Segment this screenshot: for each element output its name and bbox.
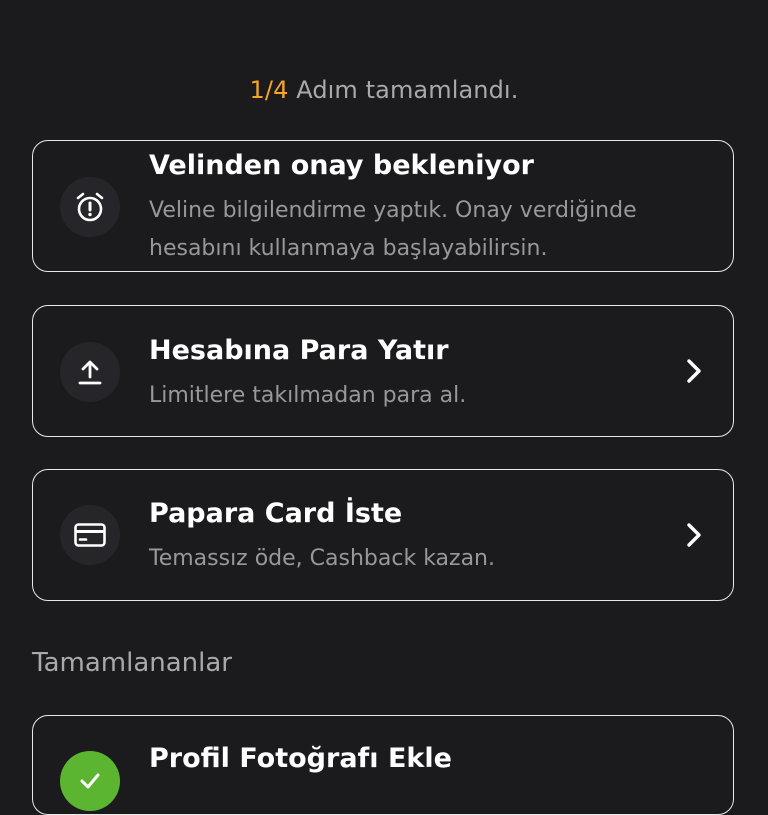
step-card-deposit[interactable]: Hesabına Para Yatır Limitlere takılmadan… [32, 305, 734, 437]
chevron-right-icon [681, 355, 707, 387]
step-title: Velinden onay bekleniyor [149, 150, 534, 181]
progress-count: 1/4 [249, 76, 289, 104]
completed-title: Profil Fotoğrafı Ekle [149, 743, 452, 774]
step-title: Papara Card İste [149, 498, 403, 529]
credit-card-icon [60, 505, 120, 565]
step-title: Hesabına Para Yatır [149, 335, 449, 366]
alarm-clock-alert-icon [60, 177, 120, 237]
step-description: Limitlere takılmadan para al. [149, 383, 467, 408]
check-icon [60, 751, 120, 811]
completed-section-label: Tamamlananlar [32, 648, 232, 678]
completed-card-profile-photo: Profil Fotoğrafı Ekle [32, 715, 734, 815]
chevron-right-icon [681, 519, 707, 551]
progress-text: Adım tamamlandı. [296, 76, 519, 104]
upload-arrow-icon [60, 342, 120, 402]
step-card-parent-approval: Velinden onay bekleniyor Veline bilgilen… [32, 140, 734, 272]
step-card-request-card[interactable]: Papara Card İste Temassız öde, Cashback … [32, 469, 734, 601]
progress-status: 1/4 Adım tamamlandı. [0, 76, 768, 104]
step-description: Veline bilgilendirme yaptık. Onay verdiğ… [149, 198, 637, 261]
step-description: Temassız öde, Cashback kazan. [149, 546, 495, 571]
